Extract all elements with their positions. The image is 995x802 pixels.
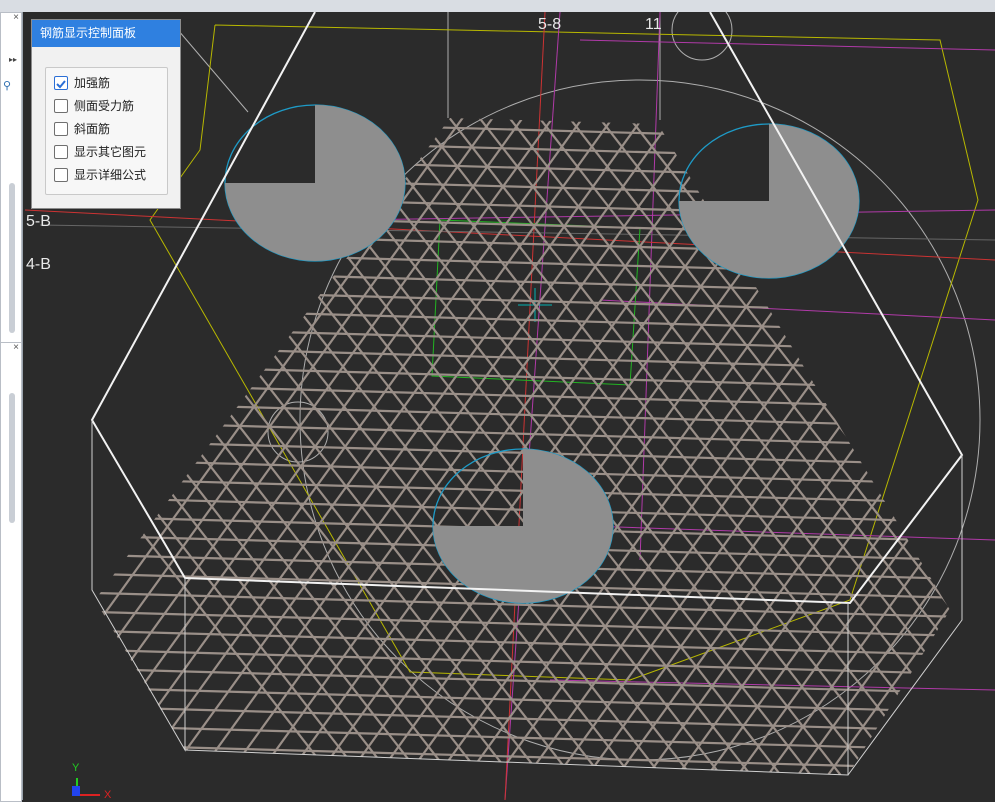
grid-label-left-1: 5-B — [26, 213, 51, 230]
triad-x-label: X — [104, 789, 112, 801]
left-dock-panel-bottom: × — [0, 342, 22, 802]
grid-label-top-2: 11 — [645, 16, 662, 33]
search-icon[interactable]: ⚲ — [3, 79, 11, 92]
checkbox-checked[interactable] — [54, 76, 68, 90]
checkbox[interactable] — [54, 168, 68, 182]
rebar-display-control-panel: 钢筋显示控制面板 加强筋 侧面受力筋 斜面筋 显示其它图元 显示详细公式 — [31, 19, 181, 209]
expand-icon[interactable]: ▸▸ — [9, 55, 17, 64]
grid-label-left-2: 4-B — [26, 256, 51, 273]
panel-title[interactable]: 钢筋显示控制面板 — [32, 20, 180, 47]
left-dock-panel-top: × ▸▸ ⚲ — [0, 12, 22, 344]
checkbox[interactable] — [54, 145, 68, 159]
scrollbar[interactable] — [9, 183, 15, 333]
check-icon — [56, 80, 66, 89]
grid-label-top-1: 5-8 — [538, 16, 562, 33]
checkbox[interactable] — [54, 99, 68, 113]
left-dock: × ▸▸ ⚲ × — [0, 12, 23, 802]
close-icon[interactable]: × — [13, 12, 19, 23]
close-icon[interactable]: × — [13, 342, 19, 353]
triad-y-label: Y — [72, 762, 80, 774]
scrollbar[interactable] — [9, 393, 15, 523]
checkbox[interactable] — [54, 122, 68, 136]
option-group: 加强筋 侧面受力筋 斜面筋 显示其它图元 显示详细公式 — [45, 67, 168, 195]
